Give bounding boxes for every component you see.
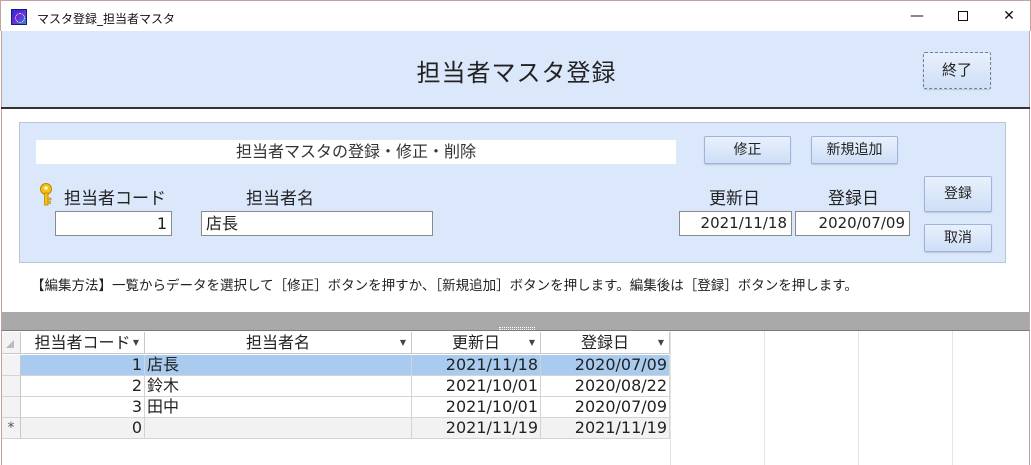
column-header-label: 更新日 (451, 333, 500, 352)
registered-label: 登録日 (828, 189, 879, 209)
cell-name[interactable]: 田中 (145, 397, 412, 418)
column-header-code[interactable]: 担当者コード ▼ (21, 332, 145, 354)
column-header-label: 担当者名 (245, 333, 310, 352)
cell-registered[interactable]: 2021/11/19 (541, 418, 670, 439)
table-row[interactable]: 1 店長 2021/11/18 2020/07/09 (2, 355, 670, 376)
edit-panel: 担当者マスタの登録・修正・削除 修正 新規追加 登録 取消 担当者コード 担当者… (19, 122, 1006, 263)
updated-field[interactable]: 2021/11/18 (679, 211, 792, 236)
registered-field[interactable]: 2020/07/09 (795, 211, 910, 236)
grid-line (858, 331, 859, 465)
maximize-icon (958, 11, 968, 21)
name-field[interactable]: 店長 (201, 211, 433, 236)
cell-updated[interactable]: 2021/10/01 (412, 397, 541, 418)
table-row[interactable]: 3 田中 2021/10/01 2020/07/09 (2, 397, 670, 418)
maximize-button[interactable] (940, 1, 986, 32)
key-icon (40, 183, 52, 206)
row-selector[interactable] (2, 397, 21, 418)
cell-registered[interactable]: 2020/07/09 (541, 355, 670, 376)
row-selector[interactable] (2, 355, 21, 376)
instruction-text: 【編集方法】一覧からデータを選択して［修正］ボタンを押すか、［新規追加］ボタンを… (31, 278, 858, 294)
new-button[interactable]: 新規追加 (811, 136, 898, 164)
save-button[interactable]: 登録 (924, 176, 992, 212)
dropdown-arrow-icon[interactable]: ▼ (529, 332, 535, 354)
datasheet: 担当者コード ▼ 担当者名 ▼ 更新日 ▼ 登録日 ▼ 1 店長 2021/11… (1, 330, 1030, 465)
cell-code[interactable]: 1 (21, 355, 145, 376)
column-header-label: 担当者コード (34, 333, 131, 352)
code-label: 担当者コード (64, 189, 166, 209)
grid-line (952, 331, 953, 465)
name-label: 担当者名 (246, 189, 314, 209)
cell-code[interactable]: 2 (21, 376, 145, 397)
dropdown-arrow-icon[interactable]: ▼ (400, 332, 406, 354)
exit-button[interactable]: 終了 (923, 52, 991, 89)
form-title: 担当者マスタ登録 (416, 59, 617, 87)
cell-updated[interactable]: 2021/11/18 (412, 355, 541, 376)
new-record-selector[interactable]: * (2, 418, 21, 439)
column-header-updated[interactable]: 更新日 ▼ (412, 332, 541, 354)
cell-name[interactable]: 鈴木 (145, 376, 412, 397)
cell-code[interactable]: 3 (21, 397, 145, 418)
cell-registered[interactable]: 2020/08/22 (541, 376, 670, 397)
app-icon (11, 9, 27, 25)
table-row[interactable]: 2 鈴木 2021/10/01 2020/08/22 (2, 376, 670, 397)
window-title: マスタ登録_担当者マスタ (37, 12, 176, 26)
panel-caption: 担当者マスタの登録・修正・削除 (36, 140, 676, 164)
cell-registered[interactable]: 2020/07/09 (541, 397, 670, 418)
grid-line (670, 331, 671, 465)
grid-line (764, 331, 765, 465)
code-field[interactable]: 1 (55, 211, 172, 236)
cell-name[interactable]: 店長 (145, 355, 412, 376)
close-button[interactable]: ✕ (986, 1, 1031, 32)
column-header-registered[interactable]: 登録日 ▼ (541, 332, 670, 354)
cell-updated[interactable]: 2021/11/19 (412, 418, 541, 439)
edit-button[interactable]: 修正 (704, 136, 791, 164)
minimize-button[interactable]: — (894, 1, 940, 32)
column-header-label: 登録日 (580, 333, 629, 352)
cell-updated[interactable]: 2021/10/01 (412, 376, 541, 397)
form-header: 担当者マスタ登録 終了 (1, 31, 1030, 108)
dropdown-arrow-icon[interactable]: ▼ (658, 332, 664, 354)
column-header-name[interactable]: 担当者名 ▼ (145, 332, 412, 354)
cell-code[interactable]: 0 (21, 418, 145, 439)
splitter-bar[interactable] (1, 312, 1030, 330)
detail-section: 担当者マスタの登録・修正・削除 修正 新規追加 登録 取消 担当者コード 担当者… (1, 109, 1030, 312)
window-titlebar: マスタ登録_担当者マスタ — ✕ (0, 0, 1031, 31)
new-record-row[interactable]: * 0 2021/11/19 2021/11/19 (2, 418, 670, 439)
select-all-button[interactable] (2, 332, 21, 354)
row-selector[interactable] (2, 376, 21, 397)
updated-label: 更新日 (709, 189, 760, 209)
dropdown-arrow-icon[interactable]: ▼ (133, 332, 139, 354)
cancel-button[interactable]: 取消 (924, 224, 992, 252)
cell-name[interactable] (145, 418, 412, 439)
